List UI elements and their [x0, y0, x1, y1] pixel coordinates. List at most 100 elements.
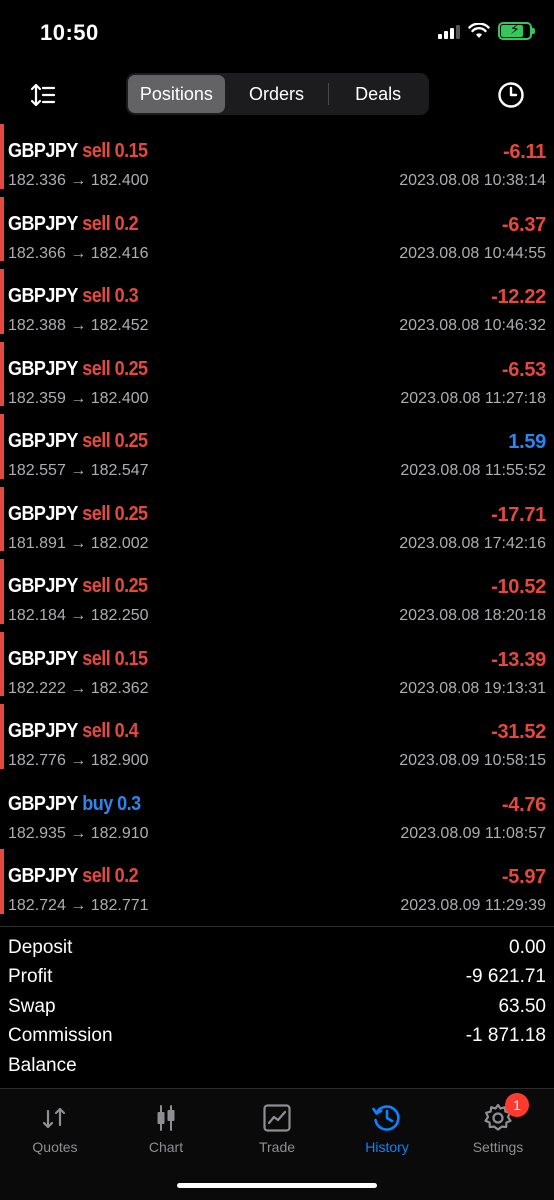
position-title: GBPJPY sell 0.25 — [8, 430, 148, 453]
position-side: buy 0.3 — [82, 792, 141, 815]
position-side: sell 0.15 — [82, 647, 148, 670]
sell-accent-bar — [0, 196, 4, 261]
tab-deals[interactable]: Deals — [329, 75, 427, 113]
summary-divider — [0, 926, 554, 927]
summary-row: Commission -1 871.18 — [0, 1022, 554, 1052]
position-row[interactable]: GBPJPY sell 0.25 -6.53 182.359 → 182.400 … — [0, 334, 554, 407]
position-title: GBPJPY sell 0.15 — [8, 140, 148, 163]
candlestick-icon — [157, 1105, 175, 1131]
position-side-label: sell — [82, 647, 111, 670]
tab-positions[interactable]: Positions — [128, 75, 225, 113]
position-side: sell 0.2 — [82, 213, 138, 235]
position-row[interactable]: GBPJPY sell 0.2 -5.97 182.724 → 182.771 2… — [0, 841, 554, 914]
position-time: 2023.08.08 10:46:32 — [399, 317, 546, 334]
position-title: GBPJPY sell 0.25 — [8, 575, 148, 598]
segmented-control: Positions Orders Deals — [126, 73, 429, 115]
position-side: sell 0.3 — [82, 285, 138, 307]
position-time: 2023.08.08 10:44:55 — [399, 244, 546, 262]
position-prices: 182.388 → 182.452 — [8, 317, 149, 334]
summary-value: -9 621.71 — [465, 966, 546, 988]
position-time: 2023.08.09 11:29:39 — [400, 897, 546, 914]
position-side-label: sell — [82, 212, 111, 235]
tab-bar-chart[interactable]: Chart — [111, 1097, 221, 1157]
position-symbol: GBPJPY — [8, 430, 78, 452]
position-row[interactable]: GBPJPY sell 0.25 -10.52 182.184 → 182.250… — [0, 551, 554, 624]
summary-label: Balance — [8, 1054, 77, 1076]
summary-value: 63.50 — [498, 995, 546, 1017]
position-title: GBPJPY sell 0.25 — [8, 358, 148, 381]
position-row[interactable]: GBPJPY sell 0.25 1.59 182.557 → 182.547 2… — [0, 406, 554, 479]
position-title: GBPJPY sell 0.4 — [8, 720, 139, 743]
position-profit: -12.22 — [491, 286, 546, 308]
position-row[interactable]: GBPJPY sell 0.15 -6.11 182.336 → 182.400 … — [0, 116, 554, 189]
position-side: sell 0.25 — [82, 502, 148, 525]
position-prices: 182.222 → 182.362 — [8, 679, 149, 697]
sell-accent-bar — [0, 559, 4, 624]
position-profit: -6.11 — [503, 141, 546, 163]
position-side-label: sell — [82, 502, 111, 525]
position-row[interactable]: GBPJPY sell 0.4 -31.52 182.776 → 182.900 … — [0, 696, 554, 769]
position-prices: 182.935 → 182.910 — [8, 824, 149, 842]
position-prices: 182.336 → 182.400 — [8, 172, 149, 189]
position-time: 2023.08.09 11:08:57 — [400, 824, 546, 842]
sell-accent-bar — [0, 631, 4, 696]
tab-bar-trade[interactable]: Trade — [222, 1097, 332, 1157]
summary-label: Swap — [8, 995, 56, 1017]
position-row[interactable]: GBPJPY sell 0.25 -17.71 181.891 → 182.002… — [0, 479, 554, 552]
tab-bar-label: Chart — [148, 1139, 184, 1155]
position-profit: 1.59 — [508, 431, 546, 453]
position-title: GBPJPY sell 0.2 — [8, 865, 139, 888]
position-row[interactable]: GBPJPY sell 0.3 -12.22 182.388 → 182.452 … — [0, 261, 554, 334]
status-icons: ⚡ — [438, 21, 535, 40]
position-time: 2023.08.08 19:13:31 — [399, 679, 546, 697]
position-time: 2023.08.08 11:27:18 — [400, 389, 546, 407]
position-prices: 182.359 → 182.400 — [8, 389, 149, 407]
tab-orders[interactable]: Orders — [225, 75, 329, 113]
sell-accent-bar — [0, 486, 4, 551]
position-prices: 182.366 → 182.416 — [8, 244, 149, 262]
home-indicator — [177, 1183, 377, 1188]
quotes-arrows-icon — [42, 1107, 66, 1129]
tab-bar-quotes[interactable]: Quotes — [0, 1097, 110, 1157]
sell-accent-bar — [0, 704, 4, 769]
position-side-label: sell — [82, 865, 111, 887]
position-row[interactable]: GBPJPY sell 0.15 -13.39 182.222 → 182.362… — [0, 624, 554, 697]
position-title: GBPJPY sell 0.2 — [8, 213, 139, 236]
position-side: sell 0.25 — [82, 575, 148, 597]
position-volume: 0.3 — [114, 285, 139, 307]
position-volume: 0.15 — [114, 140, 148, 162]
tab-bar-settings[interactable]: 1 Settings — [443, 1093, 553, 1157]
position-row[interactable]: GBPJPY sell 0.2 -6.37 182.366 → 182.416 2… — [0, 189, 554, 262]
sort-icon[interactable] — [28, 80, 58, 110]
position-symbol: GBPJPY — [8, 502, 78, 525]
position-symbol: GBPJPY — [8, 357, 78, 380]
settings-badge: 1 — [505, 1093, 529, 1117]
position-time: 2023.08.08 18:20:18 — [399, 607, 546, 624]
summary-row: Swap 63.50 — [0, 992, 554, 1022]
tab-bar-label: Settings — [472, 1139, 524, 1155]
nav-bar: Positions Orders Deals — [0, 68, 554, 122]
summary-row: Deposit 0.00 — [0, 933, 554, 963]
tab-bar-label: Trade — [258, 1139, 296, 1155]
history-icon — [372, 1105, 400, 1131]
position-row[interactable]: GBPJPY buy 0.3 -4.76 182.935 → 182.910 20… — [0, 769, 554, 842]
position-time: 2023.08.08 11:55:52 — [400, 462, 546, 479]
position-volume: 0.25 — [114, 502, 148, 525]
status-bar: 10:50 ⚡ — [0, 0, 554, 68]
position-volume: 0.4 — [114, 720, 139, 742]
position-volume: 0.3 — [117, 792, 141, 815]
account-summary: Deposit 0.00 Profit -9 621.71 Swap 63.50 Commi… — [0, 933, 554, 1081]
summary-value: -1 871.18 — [465, 1025, 546, 1047]
position-profit: -6.53 — [501, 358, 546, 381]
position-volume: 0.2 — [114, 212, 139, 235]
sell-accent-bar — [0, 849, 4, 914]
tab-bar-history[interactable]: History — [332, 1097, 442, 1157]
position-time: 2023.08.09 10:58:15 — [399, 752, 546, 769]
position-profit: -31.52 — [491, 721, 546, 743]
position-side-label: buy — [82, 792, 113, 815]
tab-bar-label: History — [365, 1139, 409, 1155]
position-symbol: GBPJPY — [8, 720, 78, 742]
position-prices: 182.724 → 182.771 — [8, 897, 149, 914]
clock-period-icon[interactable] — [496, 80, 526, 110]
summary-row: Profit -9 621.71 — [0, 963, 554, 993]
